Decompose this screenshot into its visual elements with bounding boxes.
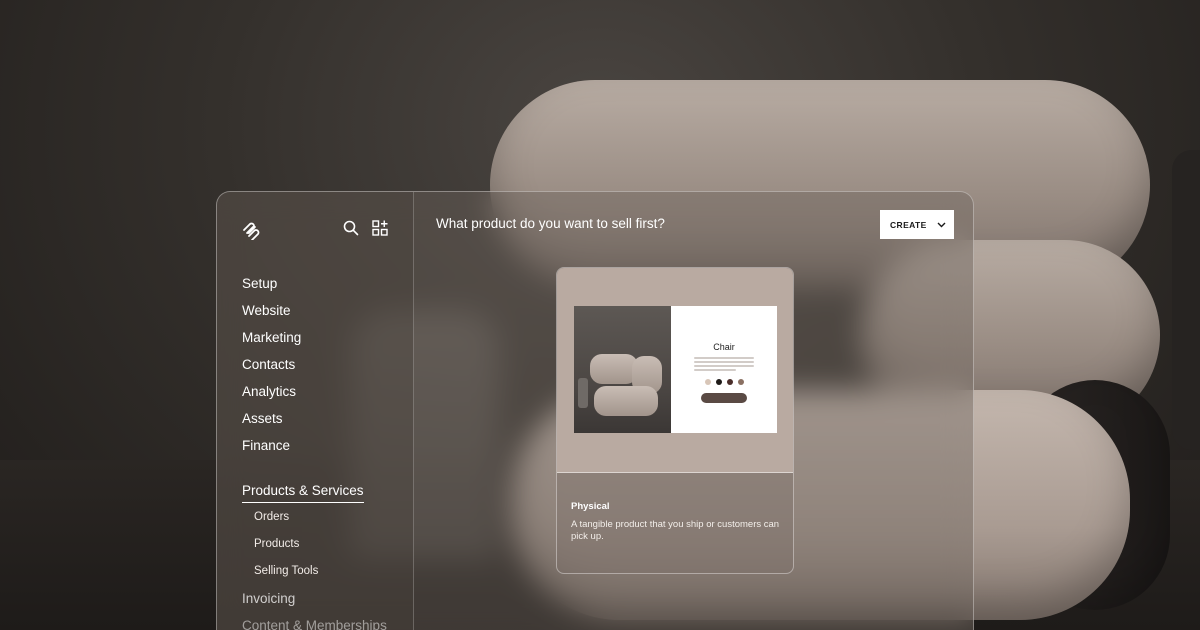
create-button-label: CREATE — [890, 219, 927, 230]
squarespace-logo-icon[interactable] — [241, 220, 261, 241]
product-type-card-physical[interactable]: Chair Physical A tangible product that y… — [556, 267, 794, 574]
sidebar: Setup Website Marketing Contacts Analyti… — [217, 192, 414, 630]
card-title: Physical — [571, 501, 610, 512]
sidebar-item-website[interactable]: Website — [242, 303, 387, 330]
swatch — [726, 379, 733, 385]
card-preview: Chair — [557, 268, 793, 473]
product-page-mockup: Chair — [574, 306, 777, 433]
search-icon[interactable] — [343, 220, 361, 238]
mockup-product-image — [574, 306, 671, 433]
sidebar-item-contacts[interactable]: Contacts — [242, 357, 387, 384]
mockup-description-lines — [694, 357, 754, 371]
mockup-color-swatches — [671, 379, 777, 385]
mockup-vase — [578, 378, 588, 408]
sidebar-subitem-selling-tools[interactable]: Selling Tools — [242, 564, 387, 591]
swatch — [715, 379, 722, 385]
mockup-product-title: Chair — [713, 342, 735, 352]
mockup-chair-top — [590, 354, 638, 384]
chevron-down-icon — [937, 222, 946, 227]
add-block-icon[interactable] — [372, 220, 390, 238]
mockup-product-info: Chair — [671, 306, 777, 433]
sidebar-item-marketing[interactable]: Marketing — [242, 330, 387, 357]
mockup-chair-seat — [594, 386, 658, 416]
create-button[interactable]: CREATE — [880, 210, 954, 239]
sidebar-item-assets[interactable]: Assets — [242, 411, 387, 438]
page-title: What product do you want to sell first? — [436, 216, 665, 231]
swatch — [737, 379, 744, 385]
sidebar-item-finance[interactable]: Finance — [242, 438, 387, 465]
sidebar-item-products-services[interactable]: Products & Services — [242, 483, 364, 503]
dark-vase — [1172, 150, 1200, 450]
sidebar-nav: Setup Website Marketing Contacts Analyti… — [242, 276, 387, 630]
mockup-add-to-cart-button — [701, 393, 747, 403]
sidebar-item-content-memberships[interactable]: Content & Memberships — [242, 618, 387, 630]
app-window: Setup Website Marketing Contacts Analyti… — [216, 191, 974, 630]
sidebar-subitem-products[interactable]: Products — [242, 537, 387, 564]
card-description: A tangible product that you ship or cust… — [571, 519, 780, 542]
swatch — [704, 379, 711, 385]
sidebar-item-analytics[interactable]: Analytics — [242, 384, 387, 411]
sidebar-subitem-orders[interactable]: Orders — [242, 510, 387, 537]
sidebar-item-setup[interactable]: Setup — [242, 276, 387, 303]
sidebar-item-invoicing[interactable]: Invoicing — [242, 591, 387, 618]
